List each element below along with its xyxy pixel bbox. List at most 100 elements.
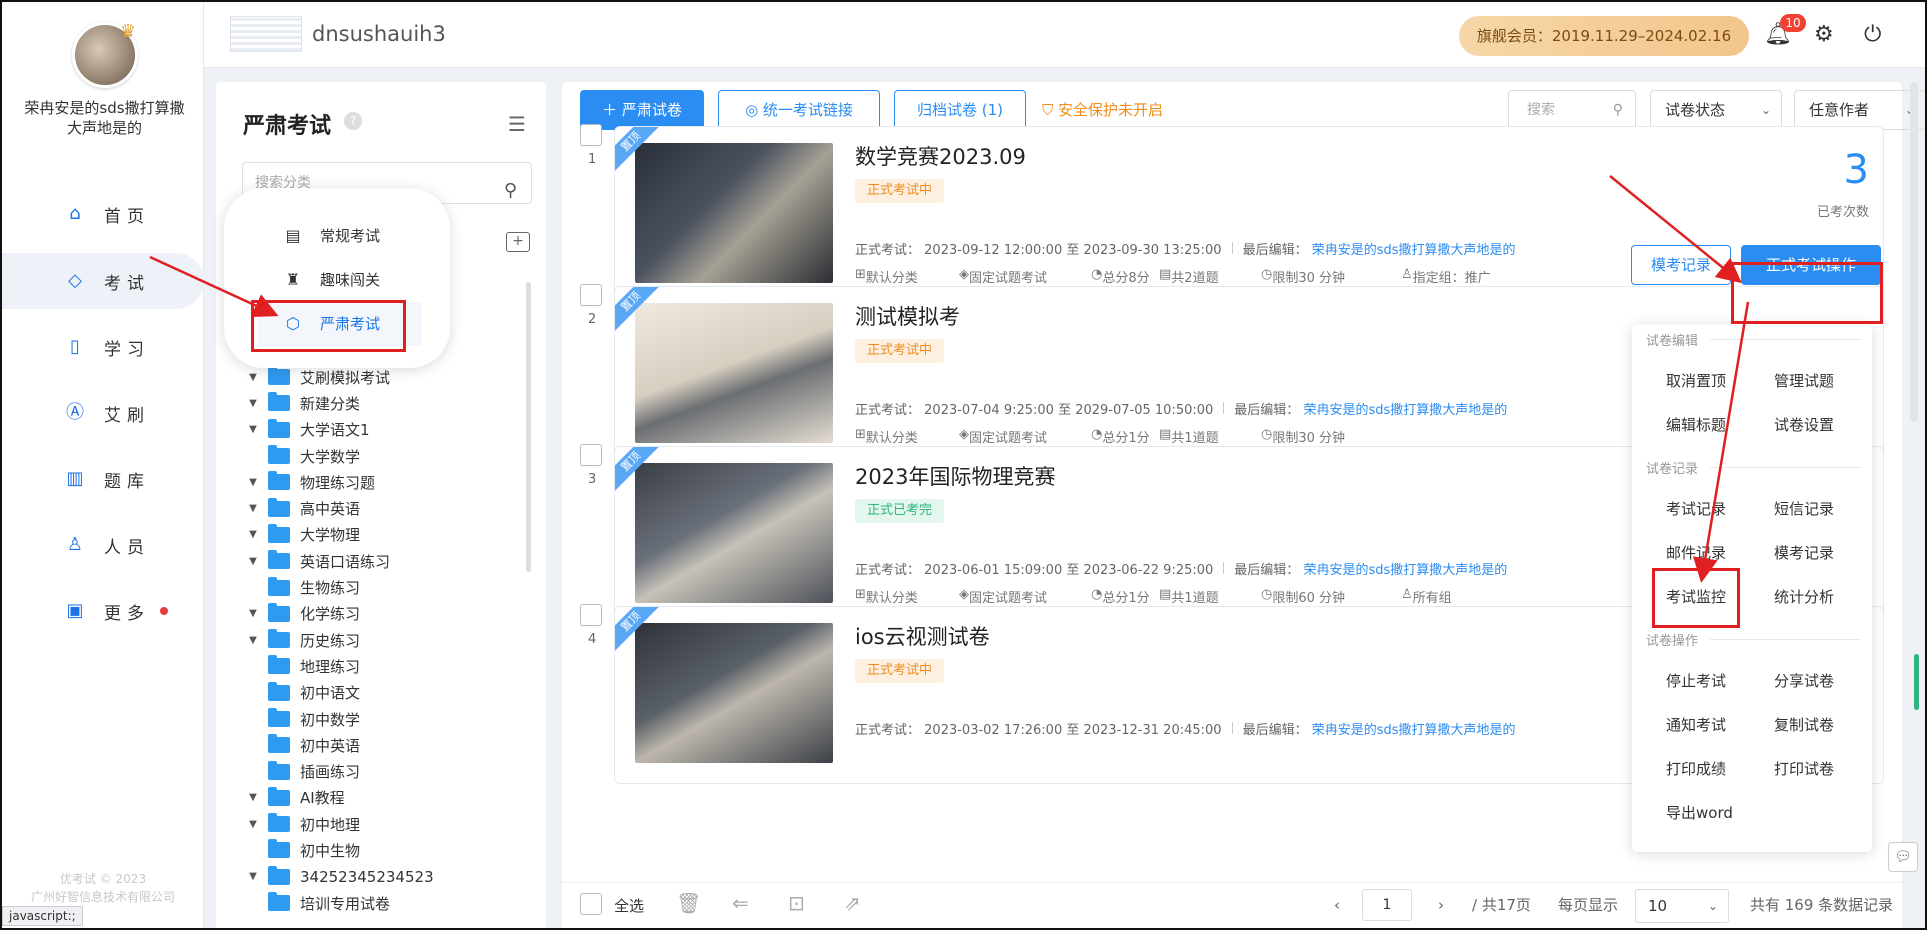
menu-exam-records[interactable]: 考试记录 bbox=[1666, 498, 1726, 519]
menu-print-scores[interactable]: 打印成绩 bbox=[1666, 758, 1726, 779]
mock-records-button[interactable]: 模考记录 bbox=[1631, 245, 1731, 285]
expand-arrow-icon[interactable]: ▼ bbox=[244, 635, 262, 646]
tree-item[interactable]: ▼ 34252345234523 bbox=[244, 864, 524, 890]
help-icon[interactable]: ? bbox=[344, 112, 362, 130]
nav-item-exam[interactable]: ◇ 考试 bbox=[2, 253, 204, 309]
tree-item[interactable]: ▼ 大学语文1 bbox=[244, 417, 524, 443]
tree-item[interactable]: ▼ 初中地理 bbox=[244, 811, 524, 837]
editor-link[interactable]: 荣冉安是的sds撒打算撒大声地是的 bbox=[1312, 243, 1516, 258]
paper-search-input[interactable]: 搜索 ⚲ bbox=[1508, 90, 1636, 130]
menu-exam-monitor[interactable]: 考试监控 bbox=[1666, 586, 1726, 607]
tree-item[interactable]: ▼ 化学练习 bbox=[244, 601, 524, 627]
archived-papers-button[interactable]: 归档试卷 (1) bbox=[894, 90, 1026, 130]
exam-card[interactable]: 置顶 数学竞赛2023.09 正式考试中 正式考试： 2023-09-12 12:00… bbox=[614, 126, 1884, 304]
tree-item[interactable]: ▼大学数学 bbox=[244, 443, 524, 469]
tree-item[interactable]: ▼培训专用试卷 bbox=[244, 890, 524, 916]
move-icon[interactable]: ⇐ bbox=[732, 891, 749, 915]
expand-arrow-icon[interactable]: ▼ bbox=[244, 819, 262, 830]
expand-arrow-icon[interactable]: ▼ bbox=[244, 529, 262, 540]
menu-item-regular-exam[interactable]: ▤ 常规考试 bbox=[282, 220, 380, 250]
nav-item-home[interactable]: ⌂ 首页 bbox=[2, 186, 204, 242]
expand-arrow-icon[interactable]: ▼ bbox=[244, 871, 262, 882]
export-icon[interactable]: ⇗ bbox=[844, 891, 861, 915]
tree-item[interactable]: ▼初中数学 bbox=[244, 706, 524, 732]
paper-status-select[interactable]: 试卷状态 ⌄ bbox=[1650, 90, 1782, 130]
unified-link-button[interactable]: ◎ 统一考试链接 bbox=[718, 90, 880, 130]
scroll-thumb[interactable] bbox=[1914, 654, 1919, 710]
row-checkbox[interactable] bbox=[580, 444, 602, 466]
expand-arrow-icon[interactable]: ▼ bbox=[244, 372, 262, 383]
vip-badge[interactable]: 旗舰会员：2019.11.29–2024.02.16 bbox=[1459, 16, 1749, 56]
menu-item-serious-exam[interactable]: ⬡ 严肃考试 bbox=[282, 308, 380, 338]
tree-item[interactable]: ▼初中语文 bbox=[244, 680, 524, 706]
menu-stats-analysis[interactable]: 统计分析 bbox=[1774, 586, 1834, 607]
add-folder-icon[interactable]: + bbox=[506, 232, 530, 252]
tree-item[interactable]: ▼ 新建分类 bbox=[244, 390, 524, 416]
menu-cancel-pin[interactable]: 取消置顶 bbox=[1666, 370, 1726, 391]
nav-item-more[interactable]: ▣ 更多 bbox=[2, 583, 204, 639]
nav-item-study[interactable]: ▯ 学习 bbox=[2, 319, 204, 375]
tree-item[interactable]: ▼ AI教程 bbox=[244, 785, 524, 811]
security-warning[interactable]: ⛉ 安全保护未开启 bbox=[1042, 90, 1163, 130]
power-icon[interactable]: ⏻ bbox=[1864, 22, 1881, 47]
exam-title[interactable]: ios云视测试卷 bbox=[855, 621, 990, 651]
search-icon[interactable]: ⚲ bbox=[504, 171, 517, 211]
exam-title[interactable]: 测试模拟考 bbox=[855, 301, 960, 331]
tree-item[interactable]: ▼地理练习 bbox=[244, 653, 524, 679]
menu-mail-records[interactable]: 邮件记录 bbox=[1666, 542, 1726, 563]
nav-item-question-bank[interactable]: ▥ 题库 bbox=[2, 451, 204, 507]
tree-item[interactable]: ▼插画练习 bbox=[244, 758, 524, 784]
archive-icon[interactable]: ⊡ bbox=[788, 891, 805, 915]
expand-arrow-icon[interactable]: ▼ bbox=[244, 556, 262, 567]
menu-item-fun-challenge[interactable]: ♜ 趣味闯关 bbox=[282, 264, 380, 294]
formal-exam-ops-button[interactable]: 正式考试操作 bbox=[1741, 245, 1881, 285]
row-checkbox[interactable] bbox=[580, 284, 602, 306]
main-scrollbar[interactable] bbox=[1910, 82, 1918, 422]
tree-item[interactable]: ▼ 大学物理 bbox=[244, 522, 524, 548]
tree-item[interactable]: ▼生物练习 bbox=[244, 574, 524, 600]
menu-edit-title[interactable]: 编辑标题 bbox=[1666, 414, 1726, 435]
gear-icon[interactable]: ⚙ bbox=[1814, 22, 1834, 47]
menu-share-paper[interactable]: 分享试卷 bbox=[1774, 670, 1834, 691]
editor-link[interactable]: 荣冉安是的sds撒打算撒大声地是的 bbox=[1303, 403, 1507, 418]
exam-title[interactable]: 2023年国际物理竞赛 bbox=[855, 461, 1055, 491]
expand-arrow-icon[interactable]: ▼ bbox=[244, 792, 262, 803]
menu-manage-questions[interactable]: 管理试题 bbox=[1774, 370, 1834, 391]
menu-print-paper[interactable]: 打印试卷 bbox=[1774, 758, 1834, 779]
expand-arrow-icon[interactable]: ▼ bbox=[244, 477, 262, 488]
exam-title[interactable]: 数学竞赛2023.09 bbox=[855, 141, 1026, 171]
page-input[interactable]: 1 bbox=[1362, 889, 1412, 921]
next-page-icon[interactable]: › bbox=[1438, 889, 1444, 921]
row-checkbox[interactable] bbox=[580, 124, 602, 146]
author-select[interactable]: 任意作者⌄ bbox=[1794, 90, 1925, 130]
tree-item[interactable]: ▼ 英语口语练习 bbox=[244, 548, 524, 574]
nav-item-people[interactable]: ♙ 人员 bbox=[2, 517, 204, 573]
collapse-menu-icon[interactable]: ☰ bbox=[508, 112, 526, 136]
editor-link[interactable]: 荣冉安是的sds撒打算撒大声地是的 bbox=[1312, 723, 1516, 738]
menu-paper-settings[interactable]: 试卷设置 bbox=[1774, 414, 1834, 435]
editor-link[interactable]: 荣冉安是的sds撒打算撒大声地是的 bbox=[1303, 563, 1507, 578]
menu-sms-records[interactable]: 短信记录 bbox=[1774, 498, 1834, 519]
trash-icon[interactable]: 🗑︎ bbox=[676, 891, 701, 915]
expand-arrow-icon[interactable]: ▼ bbox=[244, 503, 262, 514]
menu-copy-paper[interactable]: 复制试卷 bbox=[1774, 714, 1834, 735]
prev-page-icon[interactable]: ‹ bbox=[1334, 889, 1340, 921]
per-page-select[interactable]: 10 ⌄ bbox=[1635, 889, 1729, 923]
tree-item[interactable]: ▼ 历史练习 bbox=[244, 627, 524, 653]
tree-item[interactable]: ▼ 物理练习题 bbox=[244, 469, 524, 495]
menu-stop-exam[interactable]: 停止考试 bbox=[1666, 670, 1726, 691]
row-checkbox[interactable] bbox=[580, 604, 602, 626]
menu-mock-records[interactable]: 模考记录 bbox=[1774, 542, 1834, 563]
tree-item[interactable]: ▼ 高中英语 bbox=[244, 495, 524, 521]
expand-arrow-icon[interactable]: ▼ bbox=[244, 608, 262, 619]
category-scrollbar[interactable] bbox=[526, 282, 531, 572]
expand-arrow-icon[interactable]: ▼ bbox=[244, 398, 262, 409]
tree-item[interactable]: ▼初中生物 bbox=[244, 837, 524, 863]
select-all-checkbox[interactable] bbox=[580, 893, 602, 915]
nav-item-aishua[interactable]: Ⓐ 艾刷 bbox=[2, 385, 204, 441]
tree-item[interactable]: ▼初中英语 bbox=[244, 732, 524, 758]
expand-arrow-icon[interactable]: ▼ bbox=[244, 424, 262, 435]
menu-export-word[interactable]: 导出word bbox=[1666, 802, 1733, 823]
chat-icon[interactable]: 💬︎ bbox=[1888, 842, 1918, 872]
menu-notify-exam[interactable]: 通知考试 bbox=[1666, 714, 1726, 735]
